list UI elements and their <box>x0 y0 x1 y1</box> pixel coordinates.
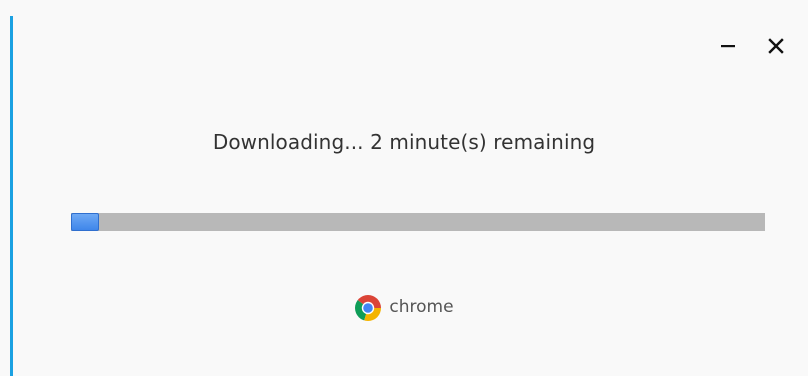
download-progress-bar <box>71 213 765 231</box>
close-icon <box>768 38 784 54</box>
installer-window: Downloading... 2 minute(s) remaining chr… <box>0 0 808 376</box>
minimize-icon <box>721 45 735 48</box>
minimize-button[interactable] <box>704 28 752 64</box>
chrome-logo-icon <box>355 295 382 321</box>
window-left-border <box>10 16 13 376</box>
window-controls <box>704 28 800 64</box>
brand-footer: chrome <box>0 294 808 322</box>
brand-name: chrome <box>389 297 454 317</box>
close-button[interactable] <box>752 28 800 64</box>
download-status-text: Downloading... 2 minute(s) remaining <box>212 130 596 154</box>
download-progress-fill <box>71 213 99 231</box>
